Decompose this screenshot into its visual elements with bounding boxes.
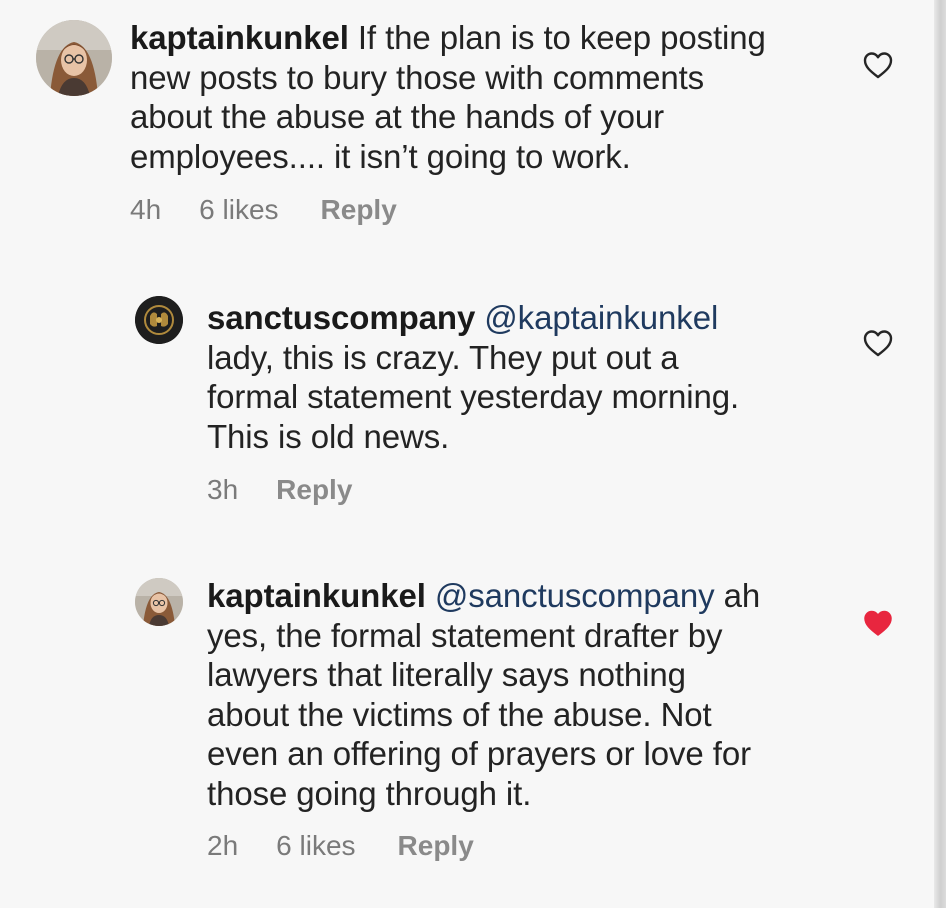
comment-mention[interactable]: @sanctuscompany	[435, 577, 715, 614]
comment-meta: 3h Reply	[207, 474, 352, 506]
reply-button[interactable]: Reply	[321, 194, 397, 226]
comment-2: sanctuscompany @kaptainkunkel lady, this…	[0, 280, 930, 540]
reply-button[interactable]: Reply	[276, 474, 352, 506]
comment-line: lawyers that literally says nothing	[207, 656, 686, 693]
comment-text: kaptainkunkel @sanctuscompany ah yes, th…	[207, 576, 847, 813]
comment-line: formal statement yesterday morning.	[207, 378, 740, 415]
comment-line: those going through it.	[207, 774, 532, 812]
comment-line: about the victims of the abuse. Not	[207, 695, 712, 733]
comment-username[interactable]: sanctuscompany	[207, 299, 475, 336]
comment-time: 3h	[207, 474, 239, 505]
comment-line: even an offering of prayers or love for	[207, 735, 751, 772]
reply-button[interactable]: Reply	[398, 830, 474, 862]
comment-meta: 4h 6 likes Reply	[130, 194, 397, 226]
comment-line: This is old news.	[207, 417, 450, 455]
comment-line: yes, the formal statement drafter by	[207, 616, 723, 654]
avatar[interactable]	[135, 578, 183, 626]
comment-meta: 2h 6 likes Reply	[207, 830, 474, 862]
like-button[interactable]	[862, 50, 894, 80]
company-logo-icon	[135, 296, 183, 344]
comment-time: 2h	[207, 830, 239, 861]
profile-photo-icon	[36, 20, 112, 96]
like-button[interactable]	[862, 328, 894, 358]
comment-username[interactable]: kaptainkunkel	[130, 19, 349, 56]
comment-1: kaptainkunkel If the plan is to keep pos…	[0, 0, 930, 240]
screen-edge	[934, 0, 946, 908]
comment-username[interactable]: kaptainkunkel	[207, 577, 426, 614]
comment-3: kaptainkunkel @sanctuscompany ah yes, th…	[0, 560, 930, 890]
comment-line: ah	[714, 577, 761, 614]
comment-line: If the plan is to keep posting	[357, 19, 766, 56]
comment-likes[interactable]: 6 likes	[276, 830, 355, 862]
comment-line: about the abuse at the hands of your	[130, 98, 664, 135]
comment-text: sanctuscompany @kaptainkunkel lady, this…	[207, 298, 847, 456]
profile-photo-icon	[135, 578, 183, 626]
heart-outline-icon	[863, 52, 893, 79]
comment-likes[interactable]: 6 likes	[199, 194, 278, 226]
comment-text: kaptainkunkel If the plan is to keep pos…	[130, 18, 830, 176]
avatar[interactable]	[36, 20, 112, 96]
comment-mention[interactable]: @kaptainkunkel	[484, 299, 718, 336]
heart-filled-icon	[864, 610, 892, 636]
comment-line: new posts to bury those with comments	[130, 58, 705, 96]
comment-time: 4h	[130, 194, 162, 225]
comment-line: employees.... it isn’t going to work.	[130, 137, 631, 175]
comment-line: lady, this is crazy. They put out a	[207, 338, 679, 376]
heart-outline-icon	[863, 330, 893, 357]
avatar[interactable]	[135, 296, 183, 344]
like-button[interactable]	[862, 608, 894, 638]
